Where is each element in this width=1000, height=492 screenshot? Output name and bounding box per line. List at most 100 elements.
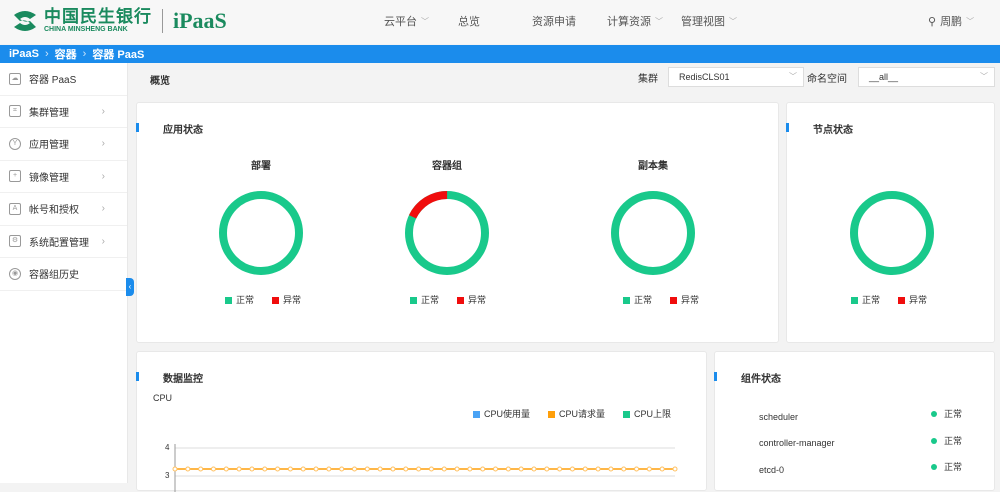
top-header: 中国民生银行 CHINA MINSHENG BANK iPaaS 云平台 ﹀ 总览 … <box>0 0 1000 44</box>
cpu-request-point <box>198 466 204 472</box>
cpu-request-point <box>210 466 216 472</box>
nav-compute-resources[interactable]: 计算资源 ﹀ <box>607 13 663 29</box>
sidebar-item-cluster[interactable]: ⌗ 集群管理 › <box>0 96 127 128</box>
chevron-right-icon: › <box>101 138 105 150</box>
cpu-request-point <box>390 466 396 472</box>
cpu-request-point <box>467 466 473 472</box>
cpu-request-point <box>621 466 627 472</box>
chevron-down-icon: ﹀ <box>421 16 429 26</box>
legend: 正常 异常 <box>225 293 301 306</box>
cpu-request-point <box>672 466 678 472</box>
component-status: 正常 <box>931 407 962 420</box>
node-status-card: 节点状态 正常 异常 <box>786 102 995 343</box>
nav-management-view[interactable]: 管理视图 ﹀ <box>681 13 737 29</box>
cluster-label: 集群 <box>638 74 658 85</box>
cpu-request-point <box>262 466 268 472</box>
cube-icon: Y <box>9 137 21 150</box>
sidebar-item-container-paas[interactable]: ☁ 容器 PaaS <box>0 63 127 96</box>
cpu-request-point <box>428 466 434 472</box>
cpu-request-point <box>287 466 293 472</box>
cpu-request-point <box>416 466 422 472</box>
cpu-request-point <box>185 466 191 472</box>
cpu-request-point <box>339 466 345 472</box>
chevron-down-icon: ﹀ <box>789 72 797 81</box>
cpu-request-point <box>364 466 370 472</box>
user-menu[interactable]: ⚲ 周鹏 ﹀ <box>928 13 974 29</box>
node-status-donut <box>850 191 934 275</box>
cpu-request-point <box>582 466 588 472</box>
chevron-down-icon: ﹀ <box>729 16 737 26</box>
cpu-request-point <box>531 466 537 472</box>
cpu-request-point <box>569 466 575 472</box>
component-status: 正常 <box>931 434 962 447</box>
cpu-request-point <box>480 466 486 472</box>
sidebar-item-image[interactable]: + 镜像管理 › <box>0 161 127 193</box>
app-status-card: 应用状态 部署 容器组 副本集 正常 异常 正常 异常 正常 异常 <box>136 102 779 343</box>
chevron-down-icon: ﹀ <box>966 16 975 26</box>
cpu-chart <box>172 444 678 492</box>
page-title: 概览 <box>150 76 170 87</box>
cpu-request-point <box>236 466 242 472</box>
app-status-donuts <box>219 191 695 275</box>
account-icon: A <box>9 202 21 215</box>
namespace-label: 命名空间 <box>807 74 847 85</box>
cpu-request-point <box>505 466 511 472</box>
cpu-request-point <box>493 466 499 472</box>
chevron-right-icon: › <box>101 170 105 182</box>
settings-icon: ⚙ <box>9 235 21 248</box>
component-name: controller-manager <box>759 438 835 448</box>
cluster-select[interactable]: RedisCLS01 ﹀ <box>668 67 804 87</box>
cpu-request-point <box>403 466 409 472</box>
collapse-sidebar-button[interactable]: ‹ <box>126 278 134 296</box>
nav-overview[interactable]: 总览 <box>458 13 480 29</box>
cpu-request-point <box>557 466 563 472</box>
cpu-request-point <box>326 466 332 472</box>
cpu-request-point <box>518 466 524 472</box>
data-monitor-card: 数据监控 CPU CPU使用量 CPU请求量 CPU上限 4 3 <box>136 351 707 492</box>
sidebar-item-account[interactable]: A 帐号和授权 › <box>0 193 127 226</box>
sidebar-item-pod-history[interactable]: ◉ 容器组历史 <box>0 258 127 291</box>
cpu-request-point <box>595 466 601 472</box>
cpu-request-point <box>608 466 614 472</box>
cpu-request-point <box>223 466 229 472</box>
breadcrumb-ipaas[interactable]: iPaaS <box>9 48 39 60</box>
breadcrumb: iPaaS › 容器 › 容器 PaaS <box>0 45 1000 63</box>
legend: 正常 异常 <box>851 293 927 306</box>
nav-resource-request[interactable]: 资源申请 <box>532 13 576 29</box>
user-icon: ⚲ <box>928 15 937 28</box>
donut-normal-arc <box>219 191 303 275</box>
card-title: 组件状态 <box>741 374 781 385</box>
namespace-select[interactable]: __all__ ﹀ <box>858 67 995 87</box>
logo: 中国民生银行 CHINA MINSHENG BANK iPaaS <box>10 8 227 34</box>
cpu-request-point <box>313 466 319 472</box>
component-name: etcd-0 <box>759 465 785 475</box>
legend: 正常 异常 <box>410 293 486 306</box>
donut-normal-arc <box>611 191 695 275</box>
legend: 正常 异常 <box>623 293 699 306</box>
component-status-card: 组件状态 scheduler 正常 controller-manager 正常 … <box>714 351 995 491</box>
breadcrumb-container[interactable]: 容器 <box>55 46 77 62</box>
sidebar-item-app[interactable]: Y 应用管理 › <box>0 128 127 161</box>
component-status: 正常 <box>931 460 962 473</box>
cpu-request-point <box>646 466 652 472</box>
cpu-request-point <box>441 466 447 472</box>
cpu-request-point <box>275 466 281 472</box>
chevron-down-icon: ﹀ <box>980 72 988 81</box>
cpu-request-point <box>634 466 640 472</box>
cluster-icon: ⌗ <box>9 105 21 118</box>
bank-logo-icon <box>14 11 36 31</box>
chevron-right-icon: › <box>101 203 105 215</box>
cpu-request-point <box>172 466 178 472</box>
chevron-down-icon: ﹀ <box>655 16 663 26</box>
sidebar-item-system-config[interactable]: ⚙ 系统配置管理 › <box>0 226 127 258</box>
cpu-request-point <box>351 466 357 472</box>
cpu-request-point <box>249 466 255 472</box>
cpu-request-point <box>454 466 460 472</box>
history-icon: ◉ <box>9 267 21 280</box>
chevron-right-icon: › <box>101 235 105 247</box>
sidebar: ☁ 容器 PaaS ⌗ 集群管理 › Y 应用管理 › + 镜像管理 › A 帐号和授权 › ⚙ 系… <box>0 63 128 483</box>
cpu-request-point <box>659 466 665 472</box>
cloud-icon: ☁ <box>9 72 21 85</box>
breadcrumb-container-paas[interactable]: 容器 PaaS <box>92 46 144 62</box>
nav-cloud-platform[interactable]: 云平台 ﹀ <box>384 13 429 29</box>
